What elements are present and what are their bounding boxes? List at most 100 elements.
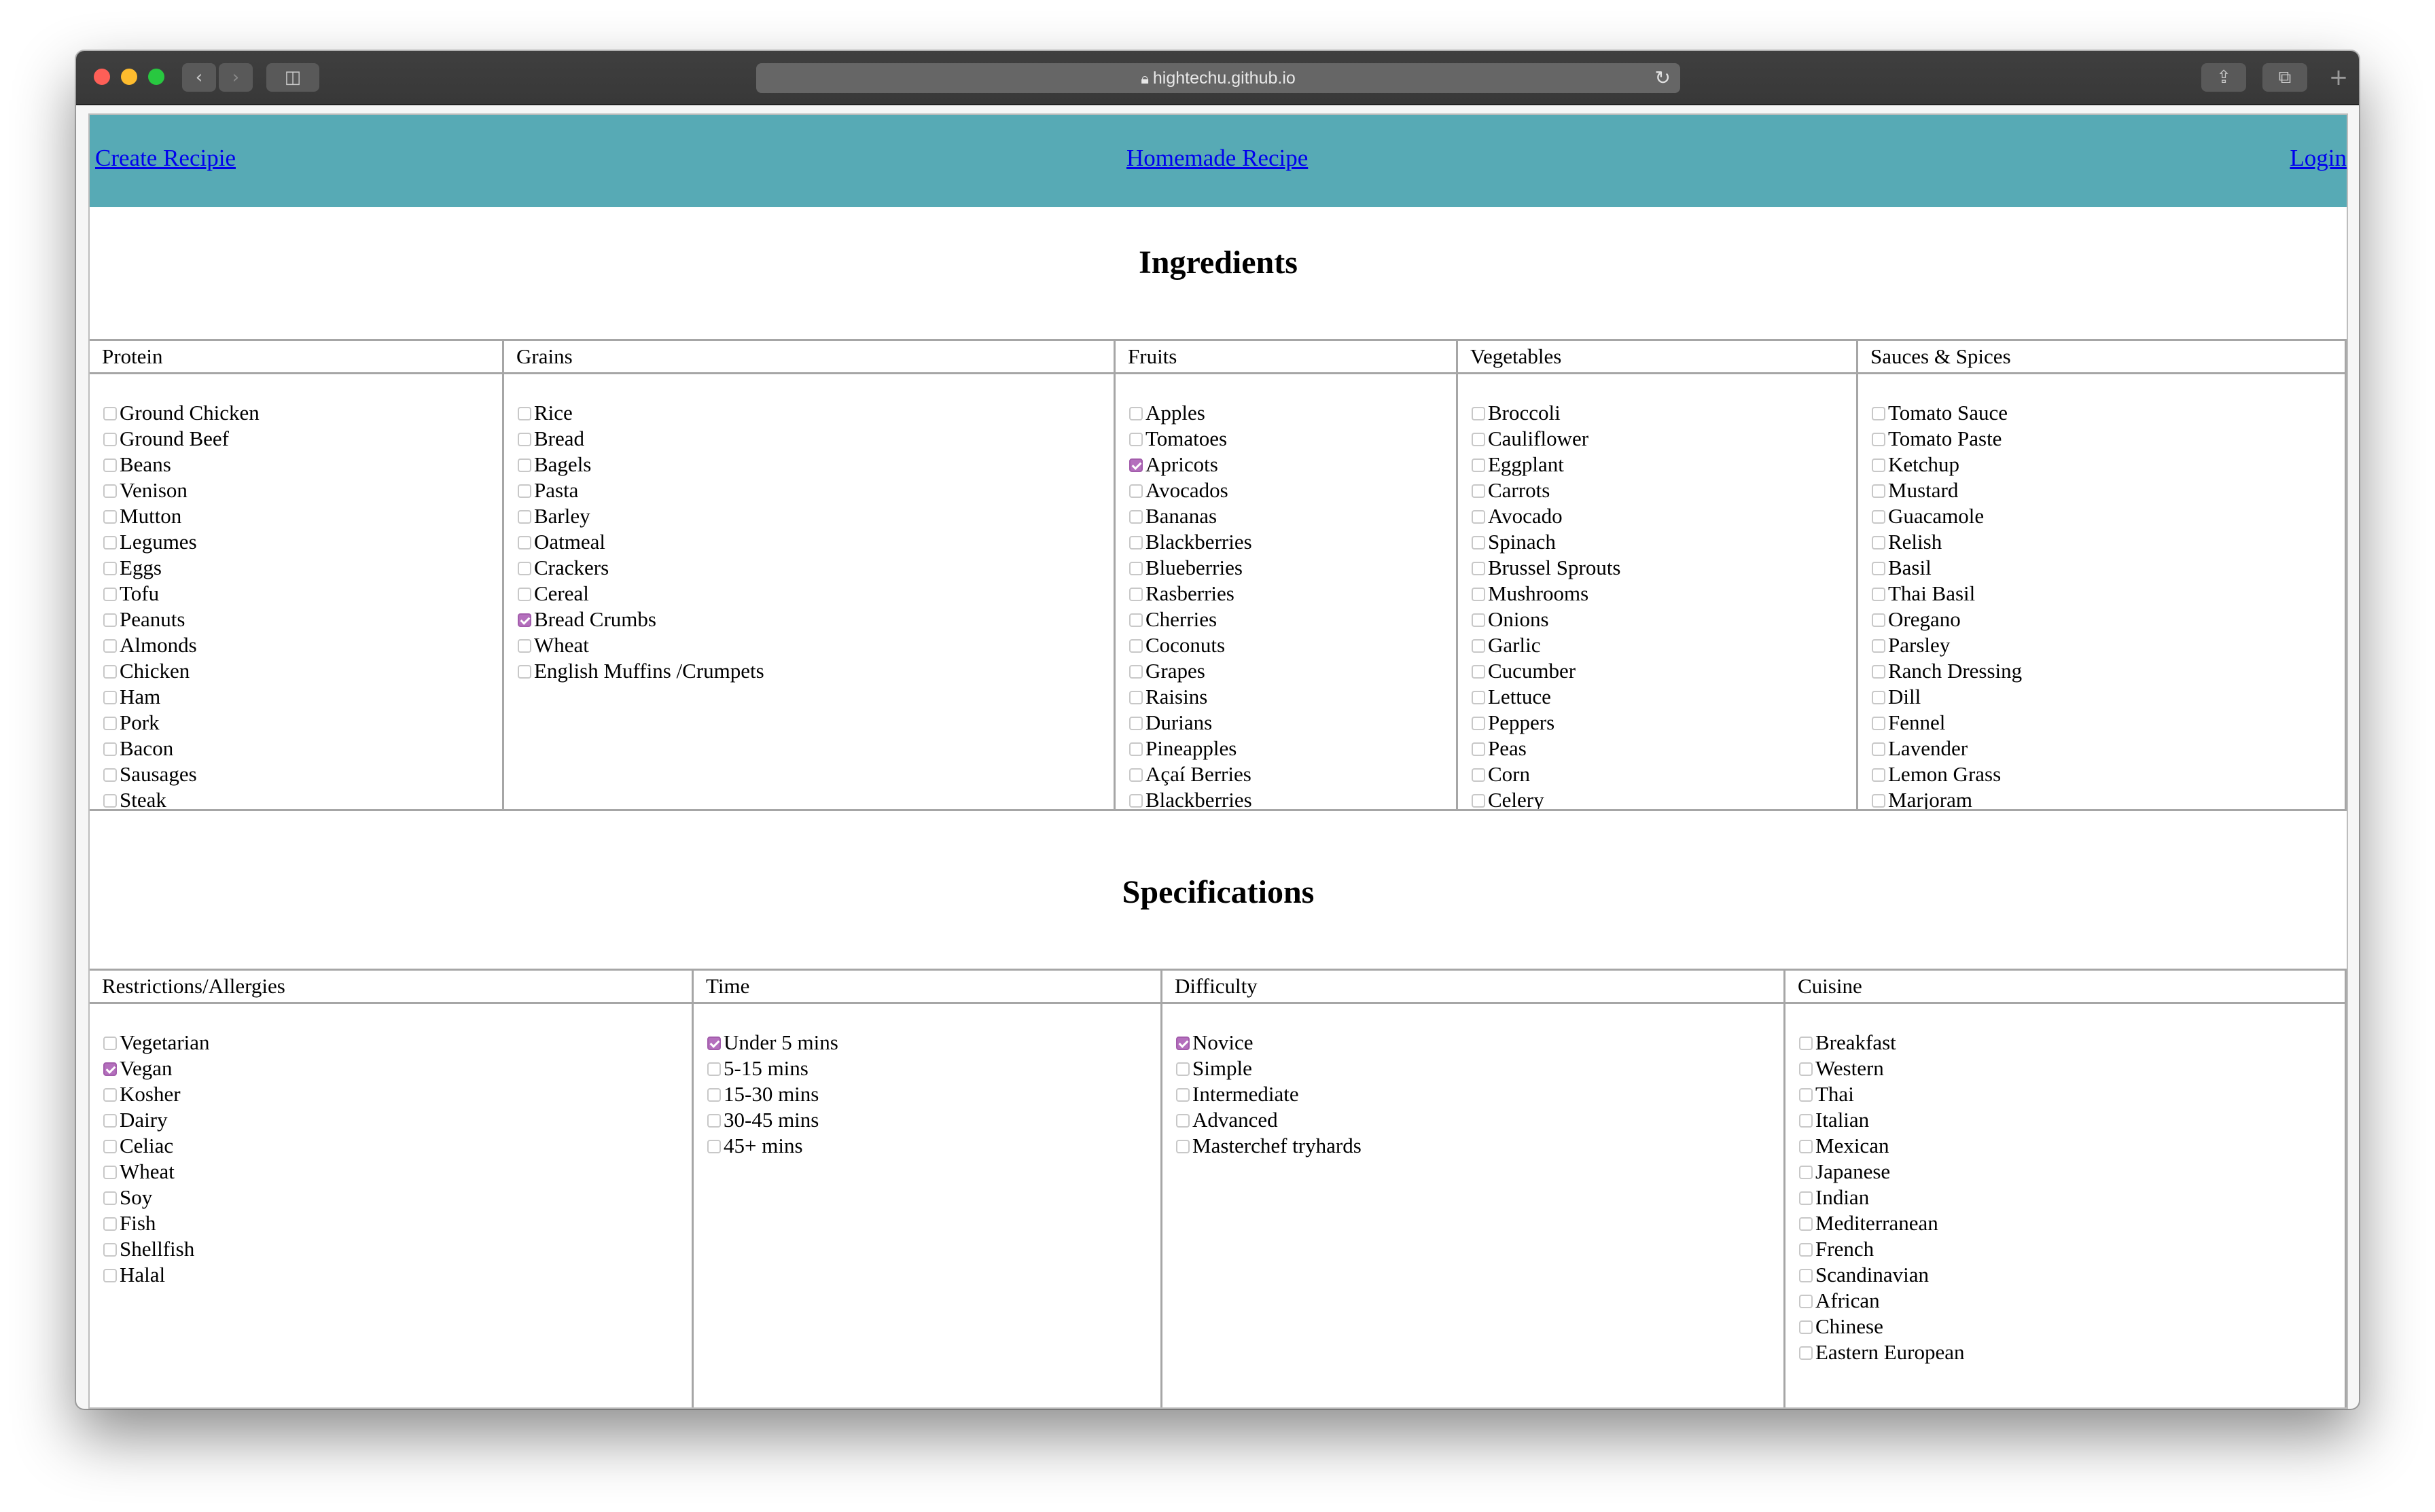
checkbox-item-tofu[interactable]: Tofu [103,581,260,607]
checkbox[interactable] [1872,432,1885,446]
checkbox-item-blueberries[interactable]: Blueberries [1129,555,1252,581]
checkbox[interactable] [103,690,117,704]
checkbox-item-thai[interactable]: Thai [1799,1081,1964,1107]
checkbox[interactable] [1129,716,1143,730]
checkbox-item-masterchef-tryhards[interactable]: Masterchef tryhards [1176,1133,1362,1159]
checkbox-item-pork[interactable]: Pork [103,710,260,736]
sidebar-toggle-button[interactable]: ◫ [266,63,319,92]
checkbox[interactable] [518,458,531,472]
checkbox-item-novice[interactable]: Novice [1176,1030,1362,1056]
checkbox-item-advanced[interactable]: Advanced [1176,1107,1362,1133]
checkbox-item-relish[interactable]: Relish [1872,529,2022,555]
checkbox-item-venison[interactable]: Venison [103,478,260,503]
checkbox-item-bananas[interactable]: Bananas [1129,503,1252,529]
checkbox-item-english-muffins-crumpets[interactable]: English Muffins /Crumpets [518,658,764,684]
checkbox-item-spinach[interactable]: Spinach [1472,529,1621,555]
checkbox[interactable] [1129,535,1143,550]
checkbox-item-steak[interactable]: Steak [103,787,260,809]
checkbox[interactable] [707,1087,721,1102]
checkbox[interactable] [103,664,117,679]
checkbox-item-basil[interactable]: Basil [1872,555,2022,581]
checkbox-item-a-a-berries[interactable]: Açaí Berries [1129,761,1252,787]
checkbox-item-rice[interactable]: Rice [518,400,764,426]
checkbox-item-celery[interactable]: Celery [1472,787,1621,809]
checkbox[interactable] [1472,768,1485,782]
checkbox[interactable] [518,638,531,653]
checkbox-item-raisins[interactable]: Raisins [1129,684,1252,710]
checkbox-item-onions[interactable]: Onions [1472,607,1621,632]
checkbox[interactable] [1472,742,1485,756]
checkbox[interactable] [707,1139,721,1153]
checkbox[interactable] [707,1036,721,1050]
checkbox[interactable] [103,561,117,575]
checkbox[interactable] [1129,768,1143,782]
checkbox-item-peppers[interactable]: Peppers [1472,710,1621,736]
checkbox[interactable] [103,1165,117,1179]
checkbox[interactable] [1872,793,1885,808]
checkbox[interactable] [1872,638,1885,653]
checkbox[interactable] [1472,690,1485,704]
checkbox-item-tomato-paste[interactable]: Tomato Paste [1872,426,2022,452]
checkbox-item-ham[interactable]: Ham [103,684,260,710]
checkbox[interactable] [1799,1294,1813,1308]
checkbox[interactable] [103,484,117,498]
checkbox-item-rasberries[interactable]: Rasberries [1129,581,1252,607]
checkbox-item-mexican[interactable]: Mexican [1799,1133,1964,1159]
checkbox-item-kosher[interactable]: Kosher [103,1081,210,1107]
checkbox[interactable] [1129,613,1143,627]
checkbox-item-mustard[interactable]: Mustard [1872,478,2022,503]
back-button[interactable]: ‹ [182,63,216,92]
checkbox[interactable] [518,613,531,627]
checkbox-item-barley[interactable]: Barley [518,503,764,529]
checkbox[interactable] [1799,1217,1813,1231]
checkbox[interactable] [1129,561,1143,575]
checkbox-item-bread[interactable]: Bread [518,426,764,452]
checkbox-item-guacamole[interactable]: Guacamole [1872,503,2022,529]
checkbox[interactable] [518,432,531,446]
checkbox-item-lettuce[interactable]: Lettuce [1472,684,1621,710]
homemade-recipe-link[interactable]: Homemade Recipe [1126,145,1308,172]
checkbox[interactable] [518,535,531,550]
checkbox[interactable] [103,1113,117,1128]
checkbox[interactable] [103,1062,117,1076]
checkbox-item-blackberries[interactable]: Blackberries [1129,529,1252,555]
checkbox-item-sausages[interactable]: Sausages [103,761,260,787]
checkbox[interactable] [103,1217,117,1231]
checkbox-item-celiac[interactable]: Celiac [103,1133,210,1159]
checkbox[interactable] [1872,561,1885,575]
checkbox-item-wheat[interactable]: Wheat [103,1159,210,1185]
checkbox-item-soy[interactable]: Soy [103,1185,210,1210]
checkbox-item-peanuts[interactable]: Peanuts [103,607,260,632]
checkbox-item-tomatoes[interactable]: Tomatoes [1129,426,1252,452]
checkbox[interactable] [1872,406,1885,420]
checkbox[interactable] [1472,484,1485,498]
checkbox-item-brussel-sprouts[interactable]: Brussel Sprouts [1472,555,1621,581]
checkbox[interactable] [103,1087,117,1102]
checkbox[interactable] [1799,1062,1813,1076]
checkbox[interactable] [1129,458,1143,472]
checkbox[interactable] [518,509,531,524]
checkbox-item-pineapples[interactable]: Pineapples [1129,736,1252,761]
checkbox[interactable] [1472,664,1485,679]
checkbox-item-broccoli[interactable]: Broccoli [1472,400,1621,426]
checkbox-item-vegetarian[interactable]: Vegetarian [103,1030,210,1056]
checkbox-item-ground-chicken[interactable]: Ground Chicken [103,400,260,426]
checkbox-item-ketchup[interactable]: Ketchup [1872,452,2022,478]
checkbox-item-coconuts[interactable]: Coconuts [1129,632,1252,658]
create-recipe-link[interactable]: Create Recipie [95,145,236,172]
checkbox[interactable] [1472,613,1485,627]
checkbox[interactable] [1799,1242,1813,1257]
checkbox[interactable] [103,535,117,550]
checkbox[interactable] [1872,458,1885,472]
checkbox[interactable] [1472,406,1485,420]
checkbox-item-cucumber[interactable]: Cucumber [1472,658,1621,684]
checkbox-item-cereal[interactable]: Cereal [518,581,764,607]
checkbox-item-dill[interactable]: Dill [1872,684,2022,710]
checkbox-item-shellfish[interactable]: Shellfish [103,1236,210,1262]
checkbox-item-pasta[interactable]: Pasta [518,478,764,503]
checkbox-item-garlic[interactable]: Garlic [1472,632,1621,658]
checkbox[interactable] [1799,1113,1813,1128]
checkbox[interactable] [1176,1113,1190,1128]
checkbox-item-carrots[interactable]: Carrots [1472,478,1621,503]
checkbox[interactable] [103,458,117,472]
